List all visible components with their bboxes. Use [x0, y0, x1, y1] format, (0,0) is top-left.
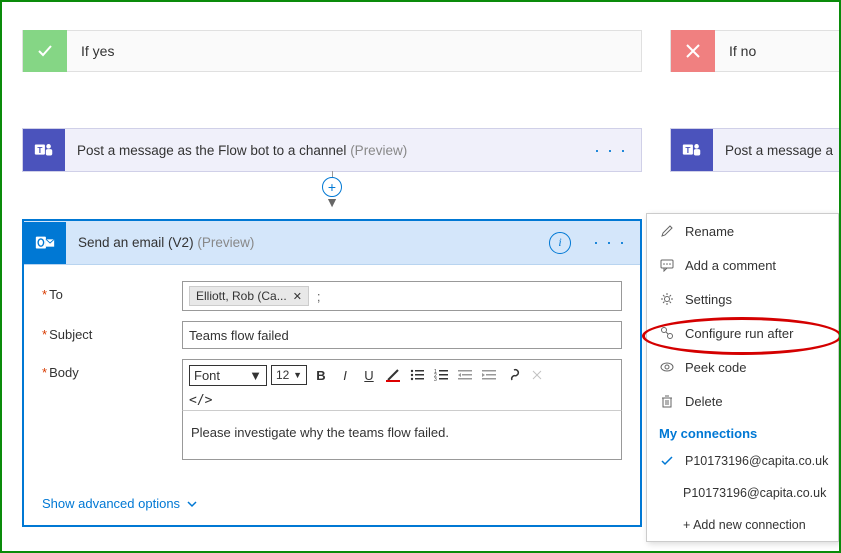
if-no-header[interactable]: If no [670, 30, 841, 72]
check-icon [659, 454, 675, 468]
connection-2[interactable]: P10173196@capita.co.uk [647, 477, 838, 509]
clear-format-button[interactable] [527, 364, 547, 386]
underline-button[interactable]: U [359, 364, 379, 386]
arrow-down-icon: ▼ [325, 197, 339, 207]
teams-action-title: Post a message as the Flow bot to a chan… [65, 143, 580, 158]
action-context-menu: Rename Add a comment Settings Configure … [646, 213, 839, 542]
body-field[interactable]: Please investigate why the teams flow fa… [182, 410, 622, 460]
teams-action-card[interactable]: T Post a message as the Flow bot to a ch… [23, 129, 641, 171]
comment-icon [659, 258, 675, 272]
font-size-select[interactable]: 12▼ [271, 365, 307, 385]
bullet-list-button[interactable] [407, 364, 427, 386]
email-action-card: Send an email (V2) (Preview) i · · · *To… [22, 219, 642, 527]
connection-1[interactable]: P10173196@capita.co.uk [647, 445, 838, 477]
outlook-icon [24, 222, 66, 264]
add-connection[interactable]: + Add new connection [647, 509, 838, 541]
show-advanced-link[interactable]: Show advanced options [24, 486, 216, 525]
subject-label: *Subject [42, 321, 182, 342]
to-field[interactable]: Elliott, Rob (Ca... ✕ ; [182, 281, 622, 311]
outdent-button[interactable] [455, 364, 475, 386]
menu-comment[interactable]: Add a comment [647, 248, 838, 282]
rte-toolbar: Font▼ 12▼ B I U 123 [182, 359, 622, 390]
trash-icon [659, 394, 675, 408]
teams-action-menu-button[interactable]: · · · [580, 140, 641, 161]
to-label: *To [42, 281, 182, 302]
link-button[interactable] [503, 364, 523, 386]
italic-button[interactable]: I [335, 364, 355, 386]
connections-header: My connections [647, 418, 838, 445]
pencil-icon [659, 224, 675, 238]
code-view-button[interactable]: </> [189, 393, 212, 408]
menu-settings[interactable]: Settings [647, 282, 838, 316]
svg-text:T: T [685, 146, 690, 155]
if-yes-label: If yes [67, 43, 114, 59]
body-label: *Body [42, 359, 182, 380]
svg-text:T: T [37, 146, 42, 155]
menu-peek-code[interactable]: Peek code [647, 350, 838, 384]
teams-icon: T [671, 129, 713, 171]
chevron-down-icon [186, 498, 198, 510]
remove-recipient-icon[interactable]: ✕ [293, 290, 302, 303]
teams-icon: T [23, 129, 65, 171]
info-icon[interactable]: i [549, 232, 571, 254]
cross-icon [671, 30, 715, 72]
menu-delete[interactable]: Delete [647, 384, 838, 418]
email-action-title: Send an email (V2) (Preview) [66, 235, 549, 250]
svg-text:3: 3 [434, 377, 437, 381]
checkmark-icon [23, 30, 67, 72]
if-no-label: If no [715, 43, 756, 59]
teams-action-card-no[interactable]: T Post a message a [671, 129, 841, 171]
indent-button[interactable] [479, 364, 499, 386]
menu-rename[interactable]: Rename [647, 214, 838, 248]
add-action-button[interactable]: Add an action [22, 527, 642, 553]
recipient-token[interactable]: Elliott, Rob (Ca... ✕ [189, 286, 309, 306]
gear-icon [659, 292, 675, 306]
font-select[interactable]: Font▼ [189, 365, 267, 386]
email-action-menu-button[interactable]: · · · [579, 232, 640, 253]
color-button[interactable] [383, 364, 403, 386]
bold-button[interactable]: B [311, 364, 331, 386]
if-yes-header[interactable]: If yes [22, 30, 642, 72]
subject-field[interactable]: Teams flow failed [182, 321, 622, 349]
run-after-icon [659, 326, 675, 340]
menu-run-after[interactable]: Configure run after [647, 316, 838, 350]
teams-action-title-no: Post a message a [713, 143, 841, 158]
number-list-button[interactable]: 123 [431, 364, 451, 386]
eye-icon [659, 360, 675, 374]
